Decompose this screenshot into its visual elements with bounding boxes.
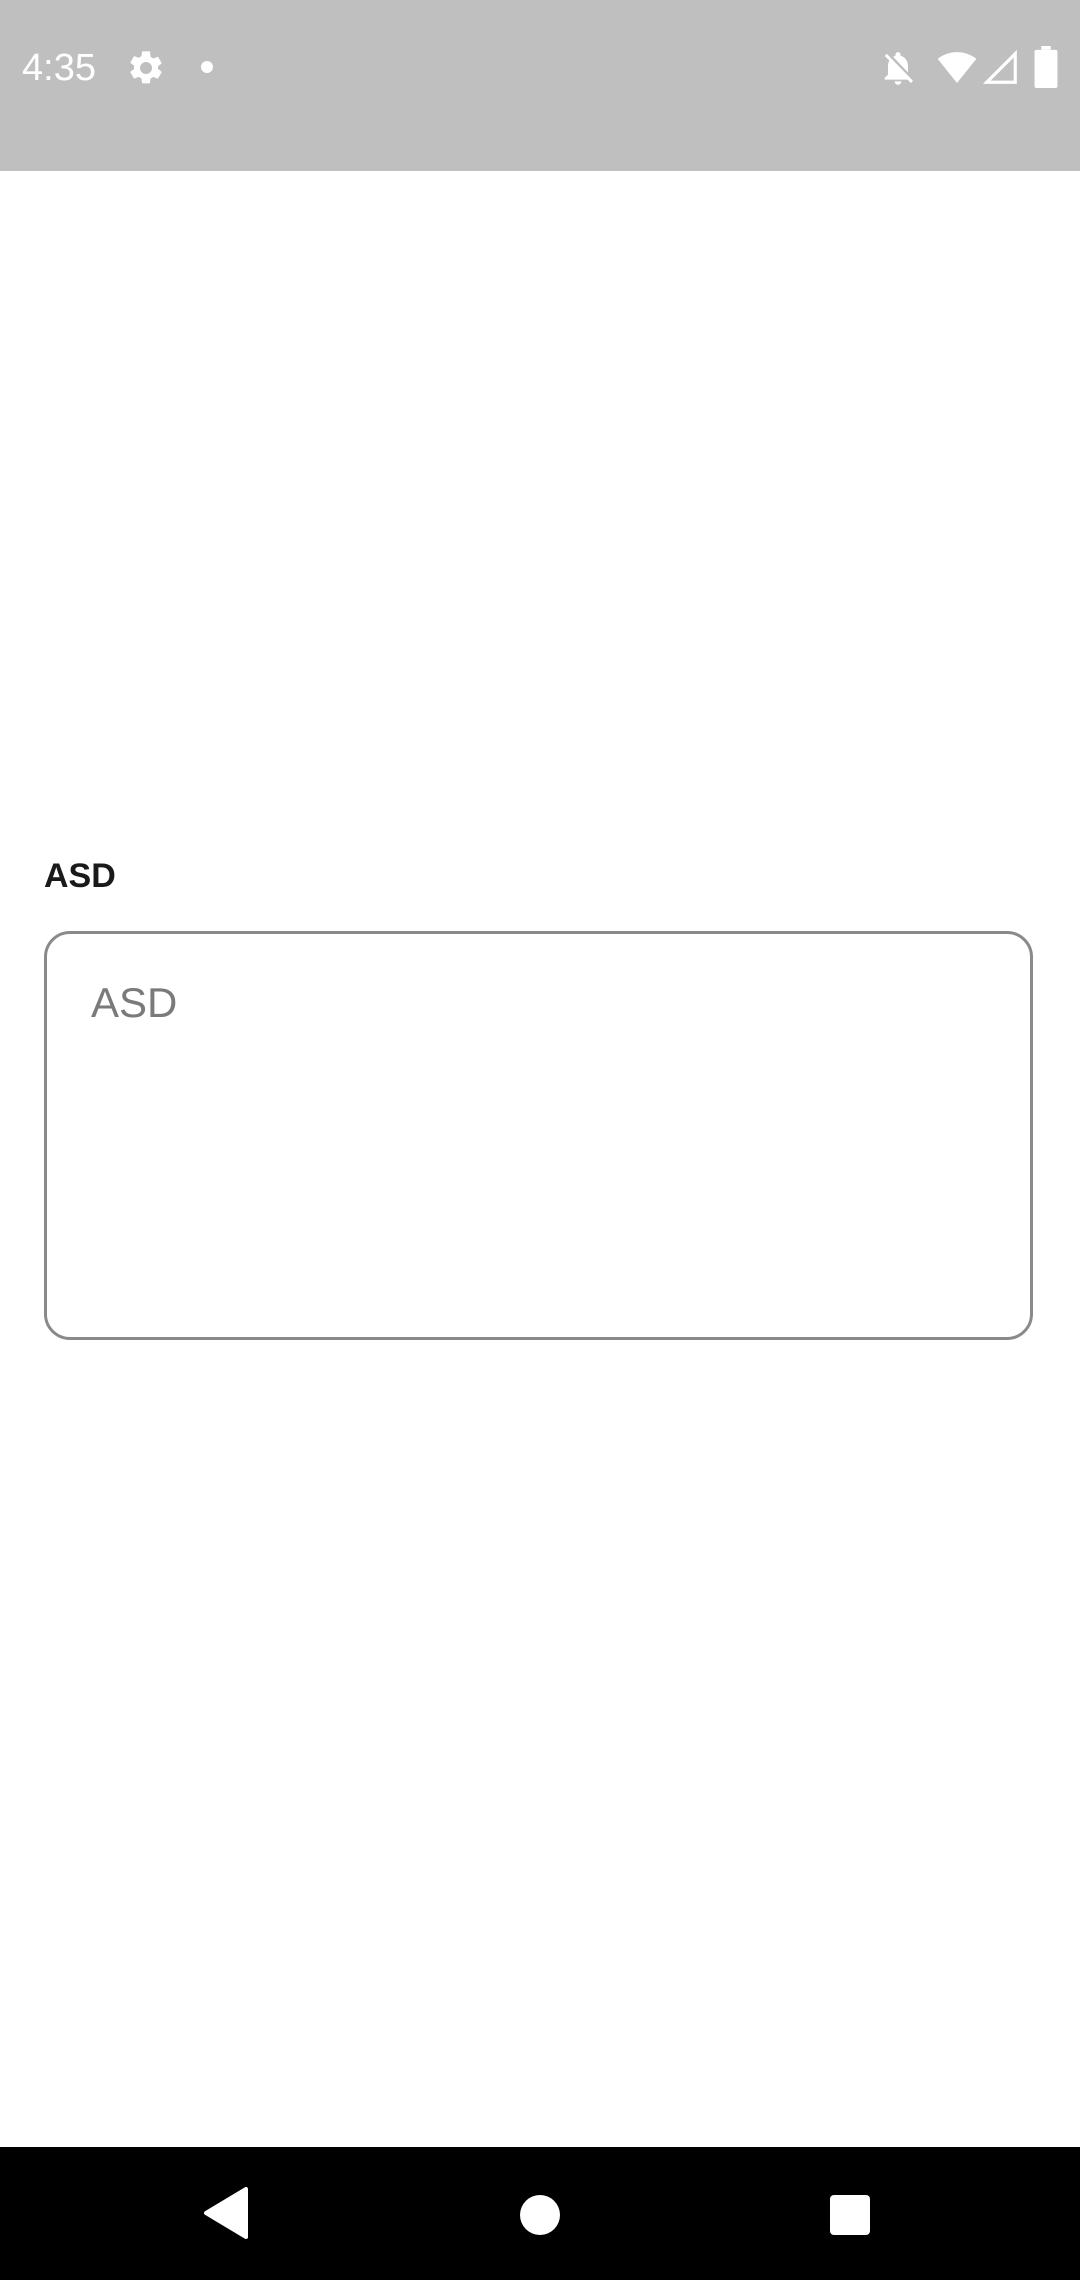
home-icon[interactable] [518,2193,562,2237]
screen: 4:35 ASD [0,0,1080,2280]
notification-dot-icon [201,61,213,73]
status-bar: 4:35 [0,0,1080,171]
status-time: 4:35 [22,47,96,89]
back-icon[interactable] [200,2185,252,2241]
settings-icon [130,51,162,84]
notifications-off-icon [884,52,913,85]
field-label: ASD [44,857,116,895]
recents-icon[interactable] [828,2193,872,2237]
cell-signal-icon [982,49,1017,84]
battery-icon [1034,46,1058,88]
wifi-icon [937,52,977,83]
navigation-bar [0,2147,1080,2280]
text-area-input[interactable] [44,931,1033,1340]
